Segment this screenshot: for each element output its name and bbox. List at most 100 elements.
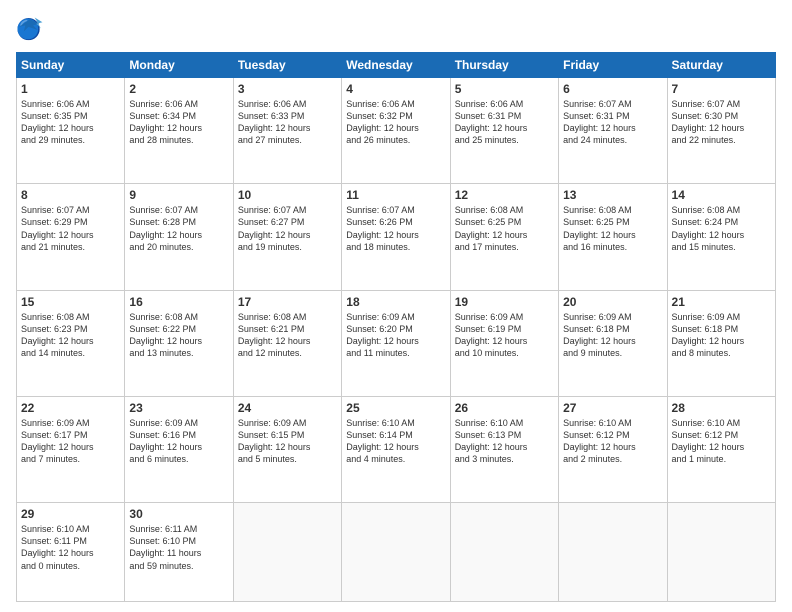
day-number: 21: [672, 295, 771, 309]
cell-info: Sunrise: 6:09 AMSunset: 6:20 PMDaylight:…: [346, 311, 445, 360]
calendar-cell: 4 Sunrise: 6:06 AMSunset: 6:32 PMDaylight…: [342, 78, 450, 184]
cell-info: Sunrise: 6:06 AMSunset: 6:31 PMDaylight:…: [455, 98, 554, 147]
cell-info: Sunrise: 6:08 AMSunset: 6:25 PMDaylight:…: [455, 204, 554, 253]
day-number: 17: [238, 295, 337, 309]
cell-info: Sunrise: 6:07 AMSunset: 6:30 PMDaylight:…: [672, 98, 771, 147]
calendar-cell: [559, 503, 667, 602]
cell-info: Sunrise: 6:06 AMSunset: 6:34 PMDaylight:…: [129, 98, 228, 147]
calendar-body: 1 Sunrise: 6:06 AMSunset: 6:35 PMDaylight…: [17, 78, 776, 602]
cell-info: Sunrise: 6:08 AMSunset: 6:21 PMDaylight:…: [238, 311, 337, 360]
cell-info: Sunrise: 6:09 AMSunset: 6:15 PMDaylight:…: [238, 417, 337, 466]
calendar-cell: 7 Sunrise: 6:07 AMSunset: 6:30 PMDaylight…: [667, 78, 775, 184]
calendar-cell: 1 Sunrise: 6:06 AMSunset: 6:35 PMDaylight…: [17, 78, 125, 184]
cell-info: Sunrise: 6:11 AMSunset: 6:10 PMDaylight:…: [129, 523, 228, 572]
day-number: 1: [21, 82, 120, 96]
calendar-cell: 14 Sunrise: 6:08 AMSunset: 6:24 PMDayligh…: [667, 184, 775, 290]
calendar-cell: 16 Sunrise: 6:08 AMSunset: 6:22 PMDayligh…: [125, 290, 233, 396]
calendar-cell: [450, 503, 558, 602]
calendar-cell: 15 Sunrise: 6:08 AMSunset: 6:23 PMDayligh…: [17, 290, 125, 396]
calendar-cell: 27 Sunrise: 6:10 AMSunset: 6:12 PMDayligh…: [559, 396, 667, 502]
calendar-weekday-wednesday: Wednesday: [342, 53, 450, 78]
calendar-weekday-friday: Friday: [559, 53, 667, 78]
calendar-weekday-thursday: Thursday: [450, 53, 558, 78]
calendar-cell: 5 Sunrise: 6:06 AMSunset: 6:31 PMDaylight…: [450, 78, 558, 184]
calendar-cell: 11 Sunrise: 6:07 AMSunset: 6:26 PMDayligh…: [342, 184, 450, 290]
day-number: 27: [563, 401, 662, 415]
day-number: 26: [455, 401, 554, 415]
day-number: 23: [129, 401, 228, 415]
day-number: 30: [129, 507, 228, 521]
day-number: 7: [672, 82, 771, 96]
cell-info: Sunrise: 6:08 AMSunset: 6:25 PMDaylight:…: [563, 204, 662, 253]
calendar-cell: 23Sunrise: 6:09 AMSunset: 6:16 PMDayligh…: [125, 396, 233, 502]
cell-info: Sunrise: 6:09 AMSunset: 6:19 PMDaylight:…: [455, 311, 554, 360]
calendar-cell: 29 Sunrise: 6:10 AMSunset: 6:11 PMDayligh…: [17, 503, 125, 602]
calendar-cell: 12 Sunrise: 6:08 AMSunset: 6:25 PMDayligh…: [450, 184, 558, 290]
day-number: 6: [563, 82, 662, 96]
cell-info: Sunrise: 6:07 AMSunset: 6:28 PMDaylight:…: [129, 204, 228, 253]
day-number: 11: [346, 188, 445, 202]
day-number: 29: [21, 507, 120, 521]
day-number: 14: [672, 188, 771, 202]
cell-info: Sunrise: 6:06 AMSunset: 6:33 PMDaylight:…: [238, 98, 337, 147]
calendar-cell: 8Sunrise: 6:07 AMSunset: 6:29 PMDaylight…: [17, 184, 125, 290]
day-number: 5: [455, 82, 554, 96]
calendar-cell: 3 Sunrise: 6:06 AMSunset: 6:33 PMDaylight…: [233, 78, 341, 184]
cell-info: Sunrise: 6:10 AMSunset: 6:12 PMDaylight:…: [563, 417, 662, 466]
cell-info: Sunrise: 6:07 AMSunset: 6:26 PMDaylight:…: [346, 204, 445, 253]
cell-info: Sunrise: 6:10 AMSunset: 6:13 PMDaylight:…: [455, 417, 554, 466]
calendar-week-4: 22 Sunrise: 6:09 AMSunset: 6:17 PMDayligh…: [17, 396, 776, 502]
cell-info: Sunrise: 6:10 AMSunset: 6:14 PMDaylight:…: [346, 417, 445, 466]
day-number: 15: [21, 295, 120, 309]
day-number: 22: [21, 401, 120, 415]
calendar-week-2: 8Sunrise: 6:07 AMSunset: 6:29 PMDaylight…: [17, 184, 776, 290]
cell-info: Sunrise: 6:08 AMSunset: 6:23 PMDaylight:…: [21, 311, 120, 360]
calendar-cell: 17 Sunrise: 6:08 AMSunset: 6:21 PMDayligh…: [233, 290, 341, 396]
cell-info: Sunrise: 6:09 AMSunset: 6:17 PMDaylight:…: [21, 417, 120, 466]
calendar-cell: 20 Sunrise: 6:09 AMSunset: 6:18 PMDayligh…: [559, 290, 667, 396]
cell-info: Sunrise: 6:10 AMSunset: 6:12 PMDaylight:…: [672, 417, 771, 466]
cell-info: Sunrise: 6:06 AMSunset: 6:32 PMDaylight:…: [346, 98, 445, 147]
day-number: 2: [129, 82, 228, 96]
calendar-week-3: 15 Sunrise: 6:08 AMSunset: 6:23 PMDayligh…: [17, 290, 776, 396]
day-number: 12: [455, 188, 554, 202]
day-number: 20: [563, 295, 662, 309]
calendar-week-5: 29 Sunrise: 6:10 AMSunset: 6:11 PMDayligh…: [17, 503, 776, 602]
day-number: 4: [346, 82, 445, 96]
calendar-weekday-saturday: Saturday: [667, 53, 775, 78]
calendar-cell: 26 Sunrise: 6:10 AMSunset: 6:13 PMDayligh…: [450, 396, 558, 502]
calendar-week-1: 1 Sunrise: 6:06 AMSunset: 6:35 PMDaylight…: [17, 78, 776, 184]
day-number: 16: [129, 295, 228, 309]
cell-info: Sunrise: 6:07 AMSunset: 6:27 PMDaylight:…: [238, 204, 337, 253]
calendar-cell: 28 Sunrise: 6:10 AMSunset: 6:12 PMDayligh…: [667, 396, 775, 502]
calendar-cell: 2 Sunrise: 6:06 AMSunset: 6:34 PMDaylight…: [125, 78, 233, 184]
cell-info: Sunrise: 6:10 AMSunset: 6:11 PMDaylight:…: [21, 523, 120, 572]
calendar-cell: 18Sunrise: 6:09 AMSunset: 6:20 PMDayligh…: [342, 290, 450, 396]
day-number: 28: [672, 401, 771, 415]
day-number: 8: [21, 188, 120, 202]
day-number: 19: [455, 295, 554, 309]
calendar-cell: [342, 503, 450, 602]
calendar-weekday-sunday: Sunday: [17, 53, 125, 78]
calendar-header-row: SundayMondayTuesdayWednesdayThursdayFrid…: [17, 53, 776, 78]
cell-info: Sunrise: 6:06 AMSunset: 6:35 PMDaylight:…: [21, 98, 120, 147]
day-number: 13: [563, 188, 662, 202]
calendar-cell: 25 Sunrise: 6:10 AMSunset: 6:14 PMDayligh…: [342, 396, 450, 502]
calendar-cell: 6Sunrise: 6:07 AMSunset: 6:31 PMDaylight…: [559, 78, 667, 184]
cell-info: Sunrise: 6:09 AMSunset: 6:18 PMDaylight:…: [563, 311, 662, 360]
day-number: 24: [238, 401, 337, 415]
calendar-cell: 9 Sunrise: 6:07 AMSunset: 6:28 PMDaylight…: [125, 184, 233, 290]
calendar-cell: [667, 503, 775, 602]
day-number: 25: [346, 401, 445, 415]
calendar-cell: 22 Sunrise: 6:09 AMSunset: 6:17 PMDayligh…: [17, 396, 125, 502]
day-number: 3: [238, 82, 337, 96]
day-number: 9: [129, 188, 228, 202]
cell-info: Sunrise: 6:08 AMSunset: 6:24 PMDaylight:…: [672, 204, 771, 253]
cell-info: Sunrise: 6:08 AMSunset: 6:22 PMDaylight:…: [129, 311, 228, 360]
calendar-cell: [233, 503, 341, 602]
calendar-weekday-tuesday: Tuesday: [233, 53, 341, 78]
calendar-cell: 24 Sunrise: 6:09 AMSunset: 6:15 PMDayligh…: [233, 396, 341, 502]
calendar-cell: 30 Sunrise: 6:11 AMSunset: 6:10 PMDayligh…: [125, 503, 233, 602]
calendar-cell: 13 Sunrise: 6:08 AMSunset: 6:25 PMDayligh…: [559, 184, 667, 290]
calendar-cell: 21Sunrise: 6:09 AMSunset: 6:18 PMDayligh…: [667, 290, 775, 396]
